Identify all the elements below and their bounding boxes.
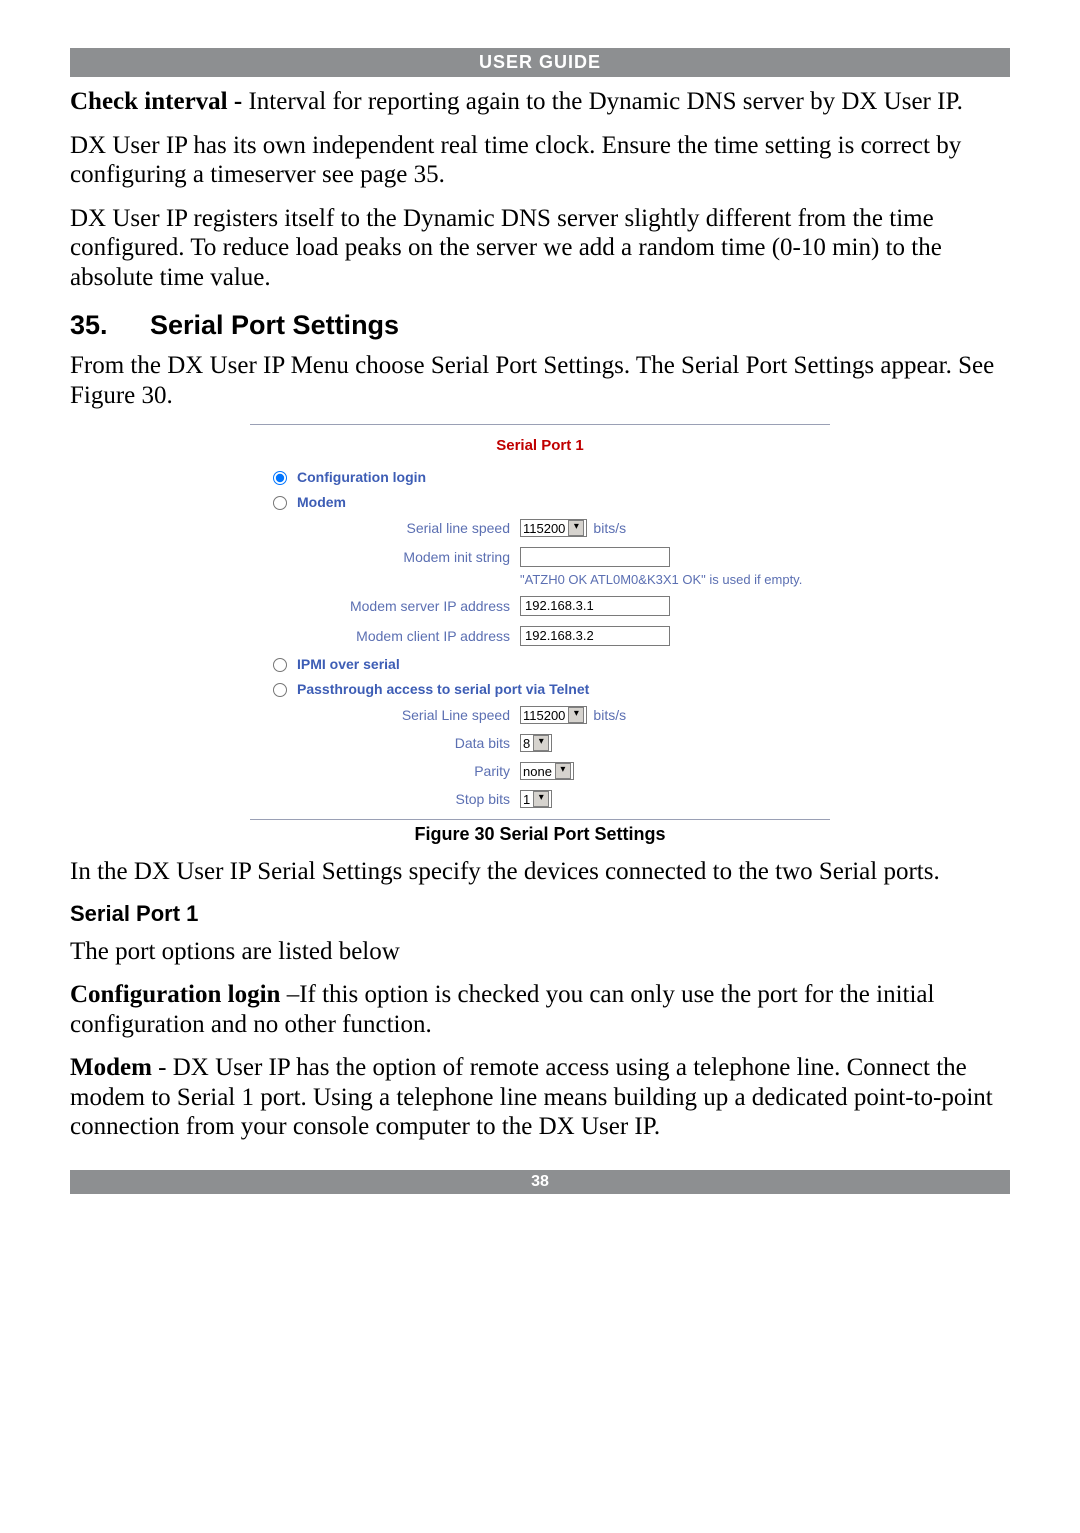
value-serial-speed-1: 115200 <box>523 521 565 536</box>
label-passthrough: Passthrough access to serial port via Te… <box>297 681 589 697</box>
paragraph-dns-register: DX User IP registers itself to the Dynam… <box>70 204 1010 293</box>
label-modem-client-ip: Modem client IP address <box>250 628 520 644</box>
unit-bits: bits/s <box>593 520 626 536</box>
chevron-down-icon: ▾ <box>568 520 584 536</box>
label-check-interval: Check interval - <box>70 88 242 115</box>
paragraph-modem: Modem - DX User IP has the option of rem… <box>70 1053 1010 1142</box>
input-modem-client-ip[interactable]: 192.168.3.2 <box>520 626 670 646</box>
section-heading: 35.Serial Port Settings <box>70 310 1010 341</box>
label-config-login: Configuration login <box>297 469 426 485</box>
unit-bits-2: bits/s <box>593 707 626 723</box>
option-ipmi[interactable]: IPMI over serial <box>250 651 830 676</box>
text-check-interval: Interval for reporting again to the Dyna… <box>242 88 963 115</box>
paragraph-intro: From the DX User IP Menu choose Serial P… <box>70 351 1010 410</box>
value-parity: none <box>523 764 552 779</box>
label-config-login-desc: Configuration login <box>70 981 280 1008</box>
paragraph-check-interval: Check interval - Interval for reporting … <box>70 87 1010 117</box>
panel-title: Serial Port 1 <box>250 431 830 464</box>
radio-ipmi[interactable] <box>273 658 287 672</box>
radio-passthrough[interactable] <box>273 683 287 697</box>
value-data-bits: 8 <box>523 736 530 751</box>
section-number: 35. <box>70 310 150 341</box>
label-serial-line-speed-2: Serial Line speed <box>250 707 520 723</box>
label-modem-server-ip: Modem server IP address <box>250 598 520 614</box>
option-modem[interactable]: Modem <box>250 489 830 514</box>
label-data-bits: Data bits <box>250 735 520 751</box>
section-title: Serial Port Settings <box>150 310 399 340</box>
figure-caption: Figure 30 Serial Port Settings <box>70 824 1010 845</box>
serial-port-panel: Serial Port 1 Configuration login Modem … <box>250 424 830 820</box>
select-parity[interactable]: none ▾ <box>520 762 574 780</box>
radio-modem[interactable] <box>273 496 287 510</box>
select-data-bits[interactable]: 8 ▾ <box>520 734 552 752</box>
input-modem-server-ip[interactable]: 192.168.3.1 <box>520 596 670 616</box>
option-config-login[interactable]: Configuration login <box>250 464 830 489</box>
select-stop-bits[interactable]: 1 ▾ <box>520 790 552 808</box>
option-passthrough[interactable]: Passthrough access to serial port via Te… <box>250 676 830 701</box>
label-ipmi: IPMI over serial <box>297 656 400 672</box>
input-modem-init[interactable] <box>520 547 670 567</box>
header-bar: USER GUIDE <box>70 48 1010 77</box>
label-modem-desc: Modem <box>70 1054 152 1081</box>
footer-page-number: 38 <box>70 1170 1010 1194</box>
paragraph-options-intro: The port options are listed below <box>70 937 1010 967</box>
paragraph-clock: DX User IP has its own independent real … <box>70 131 1010 190</box>
value-stop-bits: 1 <box>523 792 530 807</box>
select-serial-speed-1[interactable]: 115200 ▾ <box>520 519 587 537</box>
paragraph-specify: In the DX User IP Serial Settings specif… <box>70 857 1010 887</box>
chevron-down-icon: ▾ <box>568 707 584 723</box>
text-modem-desc: - DX User IP has the option of remote ac… <box>70 1054 993 1140</box>
radio-config-login[interactable] <box>273 471 287 485</box>
label-parity: Parity <box>250 763 520 779</box>
hint-modem-init: "ATZH0 OK ATL0M0&K3X1 OK" is used if emp… <box>250 572 830 591</box>
figure-wrapper: Serial Port 1 Configuration login Modem … <box>70 424 1010 820</box>
chevron-down-icon: ▾ <box>533 791 549 807</box>
label-modem: Modem <box>297 494 346 510</box>
chevron-down-icon: ▾ <box>555 763 571 779</box>
value-serial-speed-2: 115200 <box>523 708 565 723</box>
chevron-down-icon: ▾ <box>533 735 549 751</box>
sub-heading-serial-port-1: Serial Port 1 <box>70 901 1010 927</box>
label-serial-line-speed-1: Serial line speed <box>250 520 520 536</box>
label-stop-bits: Stop bits <box>250 791 520 807</box>
label-modem-init: Modem init string <box>250 549 520 565</box>
paragraph-config-login: Configuration login –If this option is c… <box>70 980 1010 1039</box>
select-serial-speed-2[interactable]: 115200 ▾ <box>520 706 587 724</box>
